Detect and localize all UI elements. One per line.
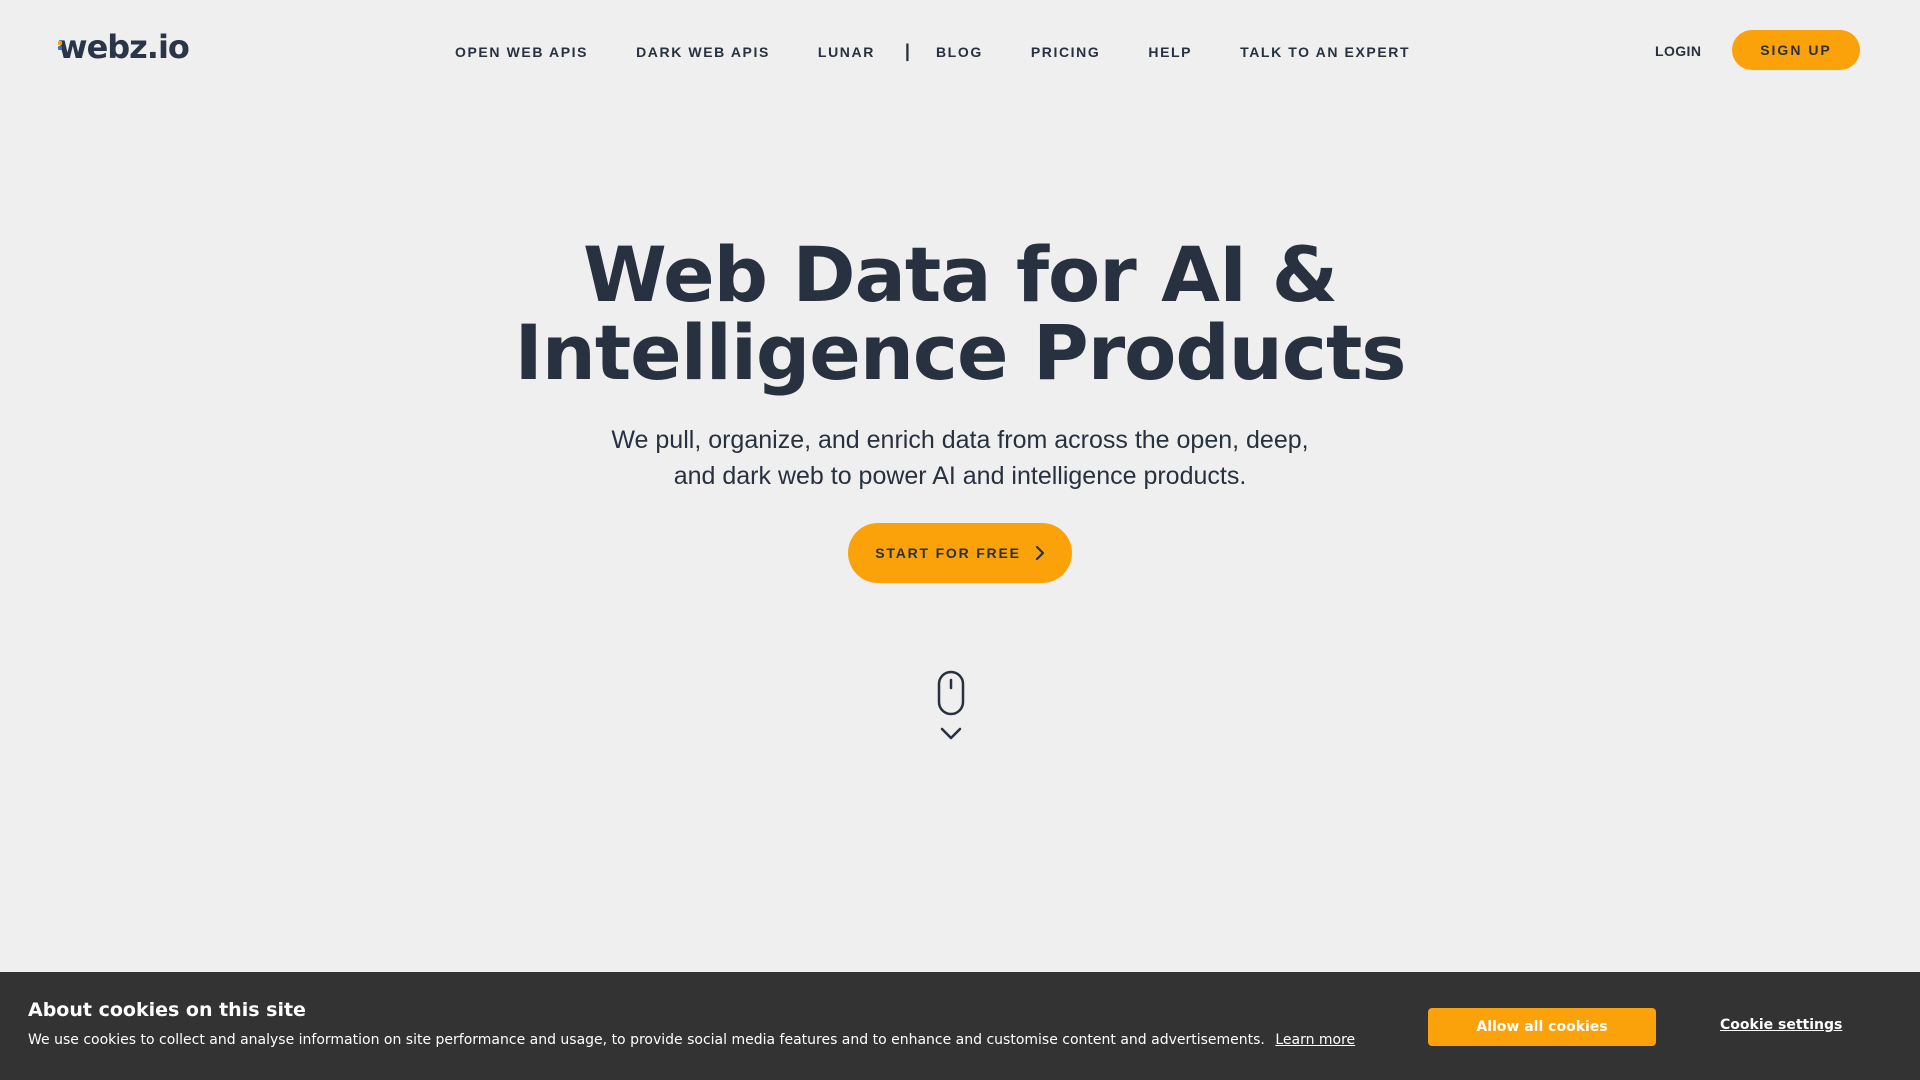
cta-label: START FOR FREE <box>875 545 1021 561</box>
page: webz.io OPEN WEB APIS DARK WEB APIS LUNA… <box>0 0 1920 1080</box>
chevron-down-icon[interactable] <box>940 727 962 746</box>
hero-subtitle-line-2: and dark web to power AI and intelligenc… <box>673 462 1247 490</box>
nav-item-help[interactable]: HELP <box>1148 44 1192 60</box>
chevron-right-icon <box>1035 546 1045 560</box>
allow-all-cookies-button[interactable]: Allow all cookies <box>1428 1008 1656 1046</box>
nav-item-blog[interactable]: BLOG <box>936 44 983 60</box>
mouse-icon[interactable] <box>937 670 965 721</box>
hero-subtitle: We pull, organize, and enrich data from … <box>560 422 1360 494</box>
logo-link[interactable]: webz.io <box>58 28 190 66</box>
cookie-banner-title: About cookies on this site <box>28 999 306 1021</box>
main-nav: OPEN WEB APIS DARK WEB APIS LUNAR | BLOG… <box>455 40 1458 61</box>
login-link[interactable]: LOGIN <box>1655 43 1701 59</box>
nav-item-open-web-apis[interactable]: OPEN WEB APIS <box>455 44 588 60</box>
nav-item-talk-to-expert[interactable]: TALK TO AN EXPERT <box>1240 44 1410 60</box>
logo-text: webz.io <box>58 28 190 66</box>
nav-item-pricing[interactable]: PRICING <box>1031 44 1101 60</box>
hero-subtitle-line-1: We pull, organize, and enrich data from … <box>611 426 1309 454</box>
hero-title: Web Data for AI & Intelligence Products <box>0 236 1920 392</box>
site-header: webz.io OPEN WEB APIS DARK WEB APIS LUNA… <box>0 0 1920 100</box>
cookie-banner-text: We use cookies to collect and analyse in… <box>28 1032 1265 1048</box>
cookie-settings-link[interactable]: Cookie settings <box>1720 1017 1842 1033</box>
nav-separator: | <box>904 40 910 61</box>
signup-button[interactable]: SIGN UP <box>1732 30 1860 70</box>
hero-title-line-1: Web Data for AI & <box>582 230 1338 319</box>
cookie-banner: About cookies on this site We use cookie… <box>0 972 1920 1080</box>
cookie-banner-text-row: We use cookies to collect and analyse in… <box>28 1032 1355 1048</box>
start-for-free-button[interactable]: START FOR FREE <box>848 523 1072 583</box>
hero-title-line-2: Intelligence Products <box>514 308 1406 397</box>
learn-more-link[interactable]: Learn more <box>1275 1032 1355 1048</box>
nav-item-dark-web-apis[interactable]: DARK WEB APIS <box>636 44 770 60</box>
nav-item-lunar[interactable]: LUNAR <box>818 44 875 60</box>
